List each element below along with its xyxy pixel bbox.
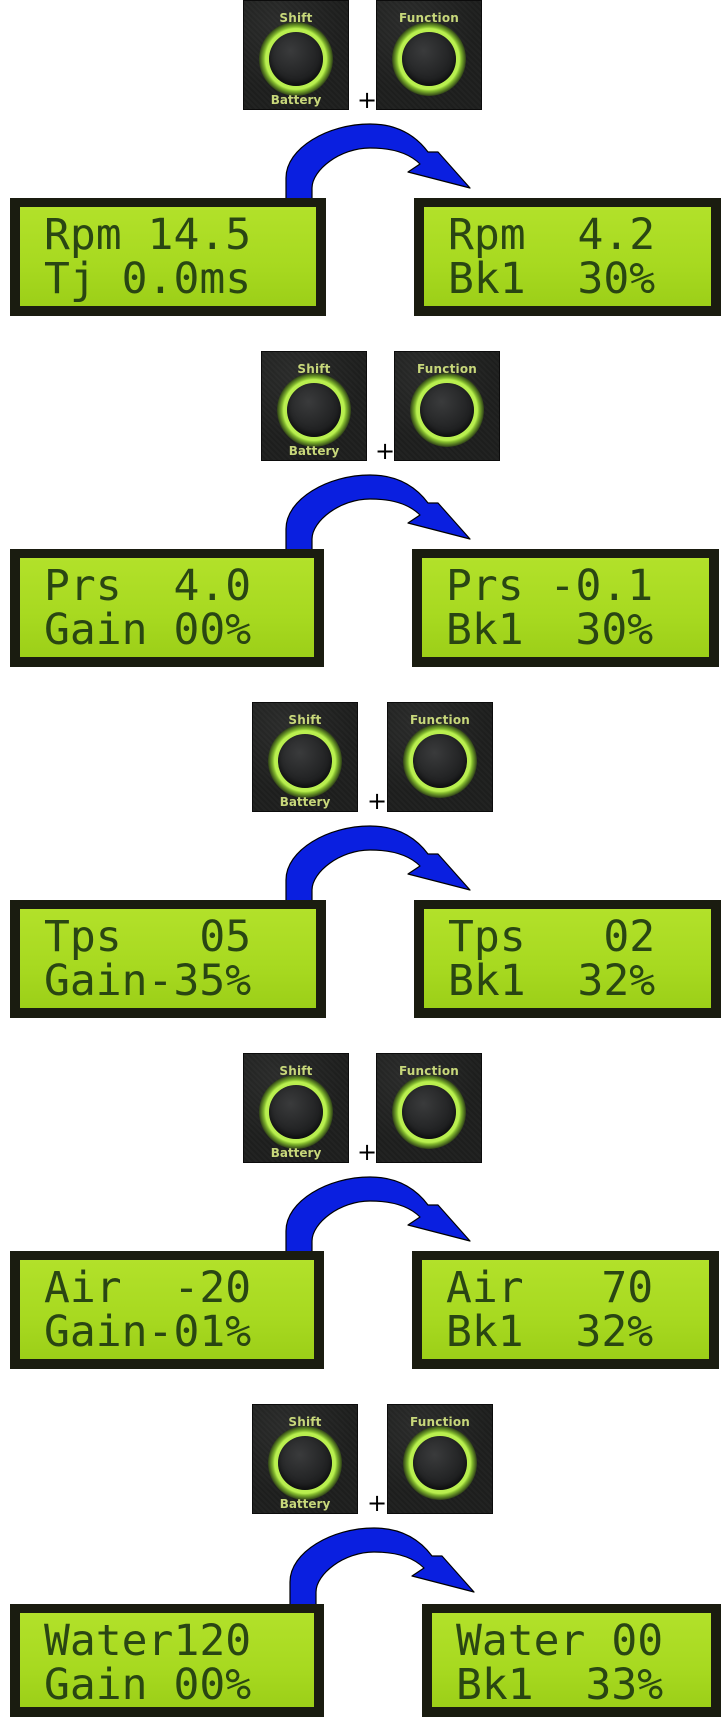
shift-battery-button[interactable]: Shift Battery xyxy=(252,702,358,812)
lcd-line-1: Air -20 xyxy=(44,1263,252,1313)
lcd-display-before: Water120 Gain 00% xyxy=(10,1604,324,1717)
lcd-display-after: Water 00 Bk1 33% xyxy=(422,1604,721,1717)
lcd-display-after: Prs -0.1 Bk1 30% xyxy=(412,549,719,667)
lcd-screen: Air 70 Bk1 32% xyxy=(422,1260,709,1359)
lcd-display-before: Air -20 Gain-01% xyxy=(10,1251,324,1369)
lcd-screen: Water 00 Bk1 33% xyxy=(432,1613,711,1707)
shift-knob-icon xyxy=(268,1426,342,1500)
shift-battery-button[interactable]: Shift Battery xyxy=(243,0,349,110)
lcd-line-2: Bk1 33% xyxy=(456,1660,664,1707)
function-knob-icon xyxy=(392,1075,466,1149)
plus-sign: + xyxy=(375,437,396,465)
shift-battery-button[interactable]: Shift Battery xyxy=(252,1404,358,1514)
plus-sign: + xyxy=(357,1138,378,1166)
curved-arrow-icon xyxy=(289,1527,475,1610)
plus-sign: + xyxy=(357,86,378,114)
battery-label: Battery xyxy=(279,795,331,809)
lcd-line-2: Bk1 32% xyxy=(446,1307,654,1357)
function-knob-icon xyxy=(403,724,477,798)
lcd-screen: Water120 Gain 00% xyxy=(20,1613,314,1707)
curved-arrow-icon xyxy=(285,825,471,908)
lcd-line-2: Gain-35% xyxy=(44,956,252,1006)
shift-knob-icon xyxy=(259,1075,333,1149)
step-3: Shift Battery + Function Tps 05 Gain-35%… xyxy=(0,702,721,1032)
lcd-line-1: Tps 02 xyxy=(448,912,656,962)
battery-label: Battery xyxy=(288,444,340,458)
shift-battery-button[interactable]: Shift Battery xyxy=(261,351,367,461)
lcd-line-2: Gain 00% xyxy=(44,1660,252,1707)
lcd-line-2: Bk1 30% xyxy=(446,605,654,655)
lcd-line-1: Water120 xyxy=(44,1616,252,1666)
lcd-line-2: Tj 0.0ms xyxy=(44,254,252,304)
lcd-line-2: Bk1 32% xyxy=(448,956,656,1006)
lcd-line-1: Tps 05 xyxy=(44,912,252,962)
lcd-line-1: Prs -0.1 xyxy=(446,561,654,611)
shift-knob-icon xyxy=(277,373,351,447)
shift-battery-button[interactable]: Shift Battery xyxy=(243,1053,349,1163)
function-button[interactable]: Function xyxy=(387,1404,493,1514)
lcd-screen: Rpm 14.5 Tj 0.0ms xyxy=(20,207,316,306)
lcd-screen: Prs -0.1 Bk1 30% xyxy=(422,558,709,657)
function-knob-icon xyxy=(392,22,466,96)
lcd-screen: Prs 4.0 Gain 00% xyxy=(20,558,314,657)
lcd-line-2: Bk1 30% xyxy=(448,254,656,304)
curved-arrow-icon xyxy=(285,474,471,557)
battery-label: Battery xyxy=(270,93,322,107)
lcd-screen: Rpm 4.2 Bk1 30% xyxy=(424,207,711,306)
battery-label: Battery xyxy=(270,1146,322,1160)
shift-knob-icon xyxy=(259,22,333,96)
lcd-display-before: Prs 4.0 Gain 00% xyxy=(10,549,324,667)
lcd-line-2: Gain-01% xyxy=(44,1307,252,1357)
step-1: Shift Battery + Function Rpm 14.5 Tj 0.0… xyxy=(0,0,721,330)
function-button[interactable]: Function xyxy=(376,1053,482,1163)
function-knob-icon xyxy=(403,1426,477,1500)
lcd-screen: Tps 02 Bk1 32% xyxy=(424,909,711,1008)
lcd-line-1: Rpm 14.5 xyxy=(44,210,252,260)
curved-arrow-icon xyxy=(285,123,471,206)
function-button[interactable]: Function xyxy=(394,351,500,461)
step-4: Shift Battery + Function Air -20 Gain-01… xyxy=(0,1053,721,1383)
function-button[interactable]: Function xyxy=(376,0,482,110)
function-button[interactable]: Function xyxy=(387,702,493,812)
function-knob-icon xyxy=(410,373,484,447)
lcd-line-1: Prs 4.0 xyxy=(44,561,252,611)
lcd-display-before: Tps 05 Gain-35% xyxy=(10,900,326,1018)
battery-label: Battery xyxy=(279,1497,331,1511)
curved-arrow-icon xyxy=(285,1176,471,1259)
lcd-line-2: Gain 00% xyxy=(44,605,252,655)
lcd-display-before: Rpm 14.5 Tj 0.0ms xyxy=(10,198,326,316)
lcd-line-1: Air 70 xyxy=(446,1263,654,1313)
lcd-line-1: Rpm 4.2 xyxy=(448,210,656,260)
plus-sign: + xyxy=(367,1489,388,1517)
lcd-line-1: Water 00 xyxy=(456,1616,664,1666)
lcd-display-after: Tps 02 Bk1 32% xyxy=(414,900,721,1018)
step-5: Shift Battery + Function Water120 Gain 0… xyxy=(0,1404,721,1734)
lcd-screen: Air -20 Gain-01% xyxy=(20,1260,314,1359)
lcd-display-after: Rpm 4.2 Bk1 30% xyxy=(414,198,721,316)
step-2: Shift Battery + Function Prs 4.0 Gain 00… xyxy=(0,351,721,681)
lcd-screen: Tps 05 Gain-35% xyxy=(20,909,316,1008)
lcd-display-after: Air 70 Bk1 32% xyxy=(412,1251,719,1369)
shift-knob-icon xyxy=(268,724,342,798)
plus-sign: + xyxy=(367,787,388,815)
